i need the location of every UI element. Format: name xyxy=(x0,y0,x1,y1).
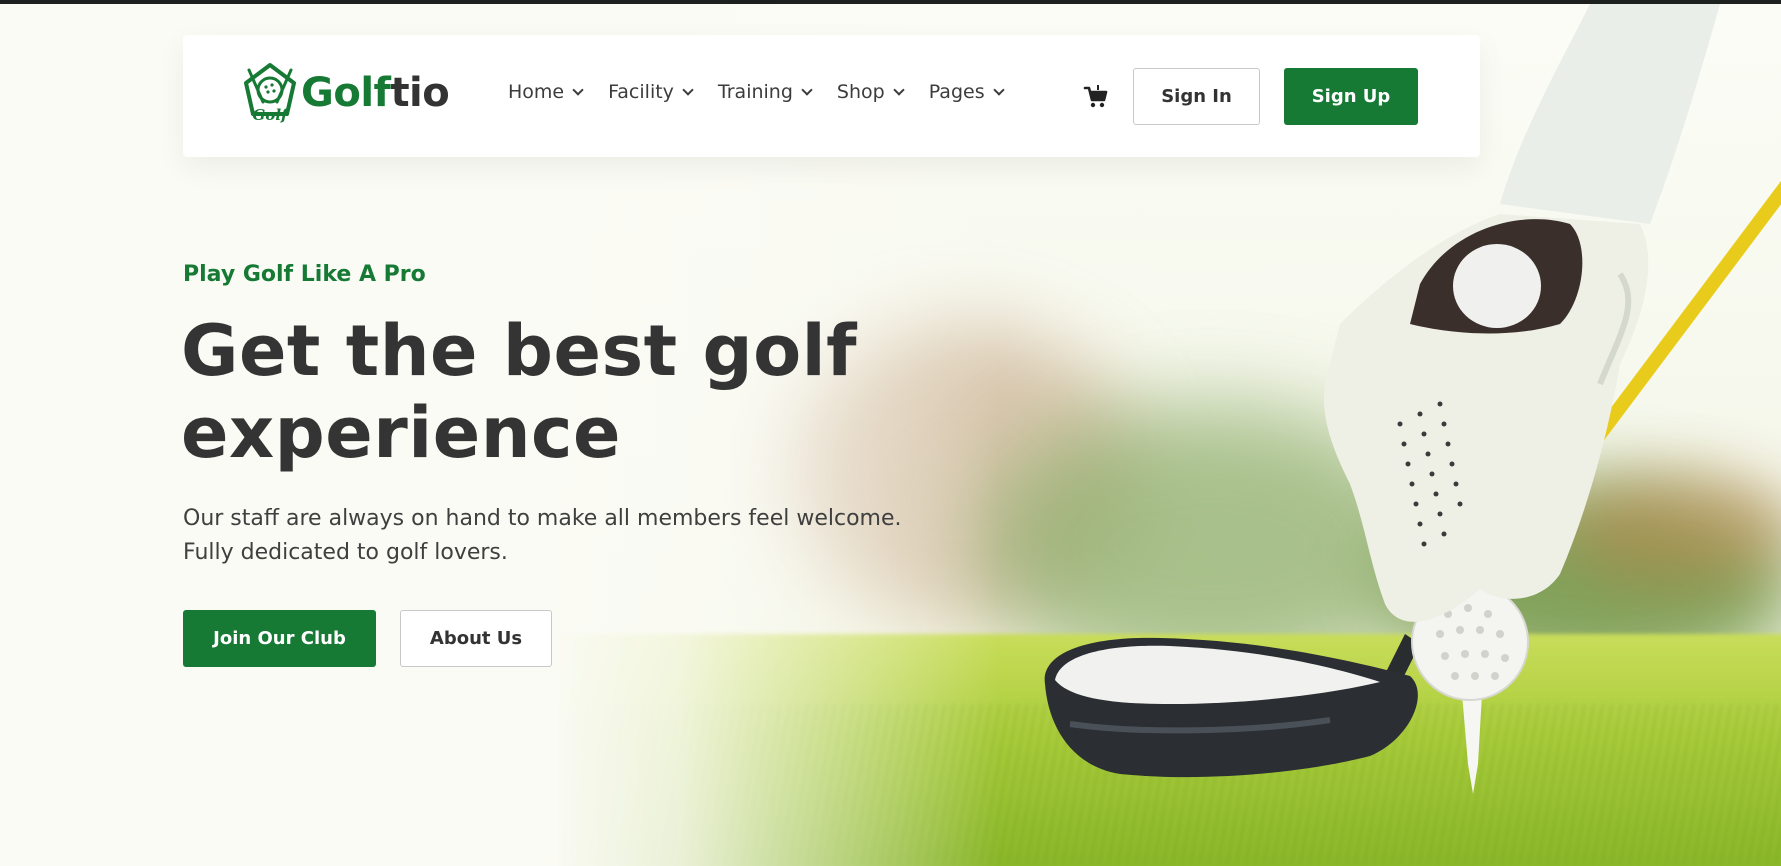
main-nav: Home Facility Training Shop Pages xyxy=(508,81,1005,103)
nav-item-facility[interactable]: Facility xyxy=(608,81,694,103)
hero-description-line-1: Our staff are always on hand to make all… xyxy=(183,506,902,531)
chevron-down-icon xyxy=(572,83,584,96)
nav-item-label: Training xyxy=(717,81,793,103)
nav-item-training[interactable]: Training xyxy=(717,81,813,103)
chevron-down-icon xyxy=(682,83,694,96)
hero-description: Our staff are always on hand to make all… xyxy=(183,502,902,570)
nav-item-label: Shop xyxy=(836,81,885,103)
join-our-club-button[interactable]: Join Our Club xyxy=(183,610,376,667)
nav-item-label: Facility xyxy=(608,81,674,103)
hero-headline: Get the best golf experience xyxy=(181,310,941,474)
sign-in-button[interactable]: Sign In xyxy=(1133,68,1260,125)
hero-tagline: Play Golf Like A Pro xyxy=(183,262,426,287)
hero-description-line-2: Fully dedicated to golf lovers. xyxy=(183,540,508,565)
about-us-button[interactable]: About Us xyxy=(400,610,552,667)
cart-icon[interactable] xyxy=(1083,84,1109,110)
golf-ball-emblem-icon: Golf xyxy=(244,63,296,124)
nav-item-label: Home xyxy=(508,81,565,103)
hero-headline-line-1: Get the best golf xyxy=(181,310,858,392)
sign-up-button[interactable]: Sign Up xyxy=(1284,68,1418,125)
nav-item-shop[interactable]: Shop xyxy=(836,81,905,103)
hero-headline-line-2: experience xyxy=(181,392,622,474)
brand-name-part-2: tio xyxy=(390,70,450,116)
brand-name: Golftio xyxy=(301,70,450,116)
nav-item-label: Pages xyxy=(928,81,985,103)
brand-name-part-1: Golf xyxy=(301,70,391,116)
chevron-down-icon xyxy=(893,83,905,96)
brand-logo[interactable]: Golf Golftio xyxy=(241,62,450,124)
chevron-down-icon xyxy=(992,83,1005,96)
nav-item-pages[interactable]: Pages xyxy=(928,81,1005,103)
emblem-text: Golf xyxy=(253,106,291,124)
navbar: Golf Golftio Home Facility Training Shop… xyxy=(183,35,1480,157)
chevron-down-icon xyxy=(801,83,813,96)
nav-item-home[interactable]: Home xyxy=(508,81,584,103)
